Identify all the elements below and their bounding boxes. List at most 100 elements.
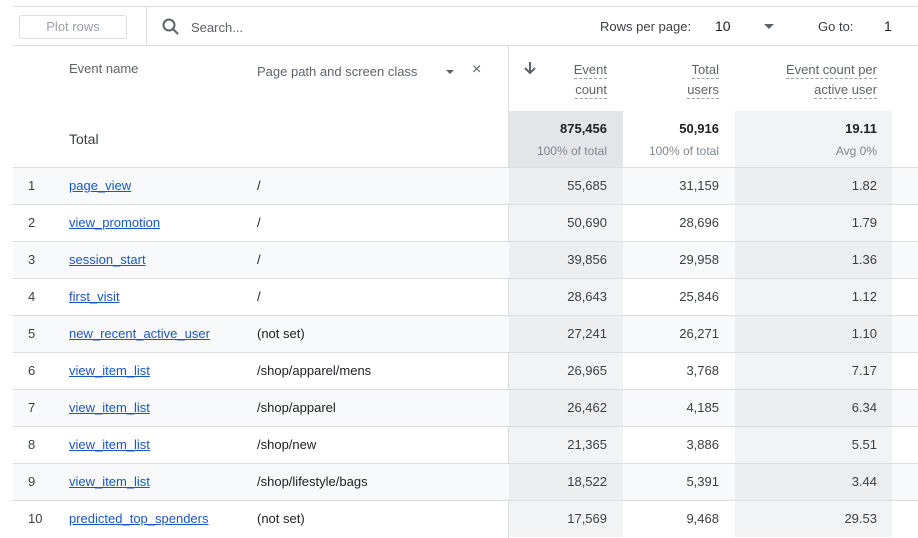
- page-path: /: [257, 215, 261, 230]
- table-row: 7 view_item_list/shop/apparel 26,462 4,185 6…: [13, 389, 918, 426]
- plot-rows-button[interactable]: Plot rows: [19, 15, 127, 39]
- event-name-link[interactable]: view_item_list: [69, 363, 150, 378]
- rows-per-page-select[interactable]: 10: [715, 18, 731, 34]
- ecpu-value: 7.17: [851, 363, 877, 378]
- row-index: 7: [28, 400, 36, 415]
- ecpu-value: 1.10: [851, 326, 877, 341]
- page-path: (not set): [257, 511, 305, 526]
- total-users-value: 26,271: [679, 326, 719, 341]
- table-row: 3 session_start / 39,856 29,958 1.36: [13, 241, 918, 278]
- row-index: 6: [28, 363, 36, 378]
- table-toolbar: Plot rows Rows per page: 10 Go to: 1: [13, 6, 918, 46]
- table-row: 1 page_view / 55,685 31,159 1.82: [13, 167, 918, 204]
- total-users-total: 50,916: [679, 121, 719, 136]
- search-icon: [162, 18, 179, 35]
- event-count-value: 21,365: [567, 437, 607, 452]
- total-users-value: 5,391: [686, 474, 719, 489]
- row-index: 4: [28, 289, 36, 304]
- table-row: 4 first_visit / 28,643 25,846 1.12: [13, 278, 918, 315]
- page-path: /shop/new: [257, 437, 317, 452]
- event-name-link[interactable]: view_promotion: [69, 215, 160, 230]
- total-users-sub: 100% of total: [648, 144, 719, 158]
- ecpu-value: 3.44: [851, 474, 877, 489]
- table-row: 8 view_item_list/shop/new 21,365 3,886 5.51: [13, 426, 918, 463]
- total-event-count: 875,456: [560, 121, 607, 136]
- row-index: 5: [28, 326, 36, 341]
- table-row: 5 new_recent_active_user (not set) 27,241 26…: [13, 315, 918, 352]
- event-name-link[interactable]: first_visit: [69, 289, 120, 304]
- total-users-value: 25,846: [679, 289, 719, 304]
- event-name-link[interactable]: new_recent_active_user: [69, 326, 210, 341]
- ecpu-total-bg: [735, 111, 892, 167]
- row-index: 1: [28, 178, 36, 193]
- total-users-value: 4,185: [686, 400, 719, 415]
- row-index: 8: [28, 437, 36, 452]
- event-count-value: 17,569: [567, 511, 607, 526]
- event-count-value: 50,690: [567, 215, 607, 230]
- header-total-users[interactable]: Total users: [640, 60, 719, 100]
- arrow-down-icon[interactable]: [523, 60, 537, 76]
- ecpu-value: 29.53: [844, 511, 877, 526]
- page-path: /: [257, 178, 261, 193]
- rows-per-page-label: Rows per page:: [600, 19, 692, 34]
- total-label: Total: [69, 131, 99, 147]
- ecpu-value: 5.51: [851, 437, 877, 452]
- row-index: 2: [28, 215, 36, 230]
- page-path: (not set): [257, 326, 305, 341]
- toolbar-divider: [146, 7, 147, 46]
- event-count-value: 39,856: [567, 252, 607, 267]
- goto-label: Go to:: [818, 19, 854, 34]
- event-count-value: 26,462: [567, 400, 607, 415]
- header-dimension-select[interactable]: Page path and screen class: [257, 64, 417, 79]
- event-count-value: 28,643: [567, 289, 607, 304]
- page-path: /shop/apparel/mens: [257, 363, 372, 378]
- search-input[interactable]: [191, 17, 391, 37]
- page-path: /shop/apparel: [257, 400, 336, 415]
- dropdown-arrow-icon[interactable]: [446, 70, 454, 74]
- header-event-count-per-active-user[interactable]: Event count per active user: [740, 60, 877, 100]
- table-row: 6 view_item_list/shop/apparel/mens 26,965 3…: [13, 352, 918, 389]
- page-path: /: [257, 252, 261, 267]
- event-count-total-bg: [509, 111, 623, 167]
- total-users-value: 29,958: [679, 252, 719, 267]
- dropdown-arrow-icon[interactable]: [764, 24, 774, 29]
- total-users-value: 3,886: [686, 437, 719, 452]
- page-path: /shop/lifestyle/bags: [257, 474, 368, 489]
- table-row: 2 view_promotion / 50,690 28,696 1.79: [13, 204, 918, 241]
- event-name-link[interactable]: view_item_list: [69, 474, 150, 489]
- event-name-link[interactable]: view_item_list: [69, 400, 150, 415]
- total-users-value: 28,696: [679, 215, 719, 230]
- total-ecpu-sub: Avg 0%: [835, 144, 877, 158]
- event-name-link[interactable]: predicted_top_spenders: [69, 511, 209, 526]
- table-row: 10 predicted_top_spenders (not set) 17,569 9…: [13, 500, 918, 537]
- row-index: 9: [28, 474, 36, 489]
- close-icon[interactable]: ×: [472, 60, 481, 80]
- event-name-link[interactable]: view_item_list: [69, 437, 150, 452]
- ecpu-value: 1.82: [851, 178, 877, 193]
- event-count-value: 18,522: [567, 474, 607, 489]
- ecpu-value: 1.36: [851, 252, 877, 267]
- table-body: 1 page_view / 55,685 31,159 1.82 2 view_promot…: [13, 167, 918, 537]
- event-count-value: 55,685: [567, 178, 607, 193]
- total-users-value: 3,768: [686, 363, 719, 378]
- header-line: Event count per: [785, 62, 877, 79]
- ecpu-value: 1.12: [851, 289, 877, 304]
- header-line: Total: [691, 62, 719, 79]
- total-users-value: 31,159: [679, 178, 719, 193]
- goto-input[interactable]: 1: [884, 18, 892, 34]
- total-ecpu: 19.11: [845, 121, 877, 136]
- event-name-link[interactable]: page_view: [69, 178, 131, 193]
- event-name-link[interactable]: session_start: [69, 252, 146, 267]
- ecpu-value: 6.34: [851, 400, 877, 415]
- header-line: users: [687, 82, 719, 99]
- event-count-value: 27,241: [567, 326, 607, 341]
- page-path: /: [257, 289, 261, 304]
- event-count-value: 26,965: [567, 363, 607, 378]
- header-line: count: [575, 82, 607, 99]
- row-index: 3: [28, 252, 36, 267]
- row-index: 10: [28, 511, 43, 526]
- header-event-count[interactable]: Event count: [540, 60, 607, 100]
- header-event-name[interactable]: Event name: [69, 61, 138, 76]
- table-row: 9 view_item_list/shop/lifestyle/bags 18,52…: [13, 463, 918, 500]
- header-line: active user: [814, 82, 877, 99]
